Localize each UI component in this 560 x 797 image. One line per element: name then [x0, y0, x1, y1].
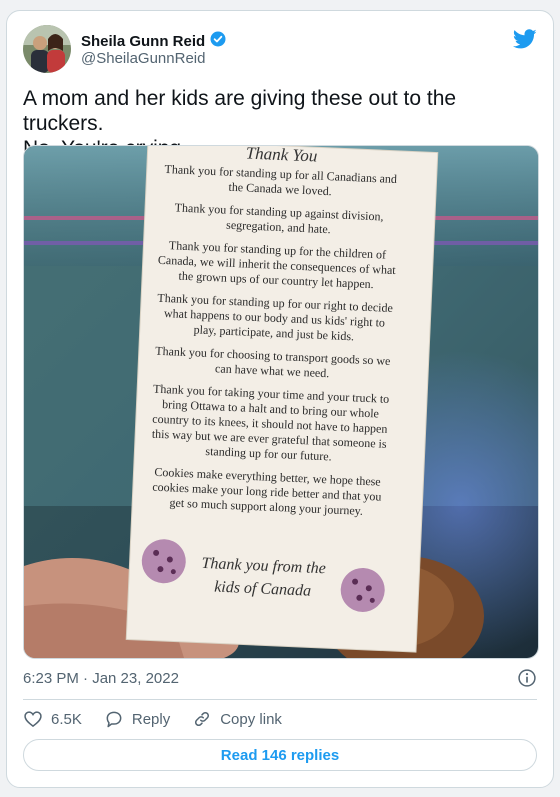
tweet-timestamp[interactable]: 6:23 PM · Jan 23, 2022 — [23, 670, 179, 687]
author-name[interactable]: Sheila Gunn Reid — [81, 33, 205, 50]
twitter-bird-icon[interactable] — [512, 27, 537, 51]
tweet-photo[interactable]: Thank You Thank you for standing up for … — [23, 145, 539, 659]
tweet-card: Sheila Gunn Reid @SheilaGunnReid A mom a… — [6, 10, 554, 788]
heart-icon — [24, 711, 42, 728]
copy-link-button[interactable]: Copy link — [192, 709, 282, 729]
action-bar: 6.5K Reply Copy link — [23, 708, 304, 730]
author-handle[interactable]: @SheilaGunnReid — [81, 50, 205, 67]
verified-badge-icon — [209, 30, 227, 53]
note-title: Thank You — [245, 146, 317, 166]
read-replies-button[interactable]: Read 146 replies — [23, 739, 537, 771]
link-icon — [195, 711, 210, 727]
speech-bubble-icon — [106, 711, 122, 728]
reply-button[interactable]: Reply — [104, 709, 170, 729]
copy-link-label: Copy link — [220, 710, 282, 728]
reply-label: Reply — [131, 710, 171, 728]
divider — [23, 699, 537, 700]
info-icon[interactable] — [517, 668, 537, 688]
like-count: 6.5K — [51, 710, 82, 728]
like-button[interactable]: 6.5K — [23, 709, 82, 729]
tweet-text-line: A mom and her kids are giving these out … — [23, 87, 457, 135]
avatar[interactable] — [23, 25, 71, 73]
